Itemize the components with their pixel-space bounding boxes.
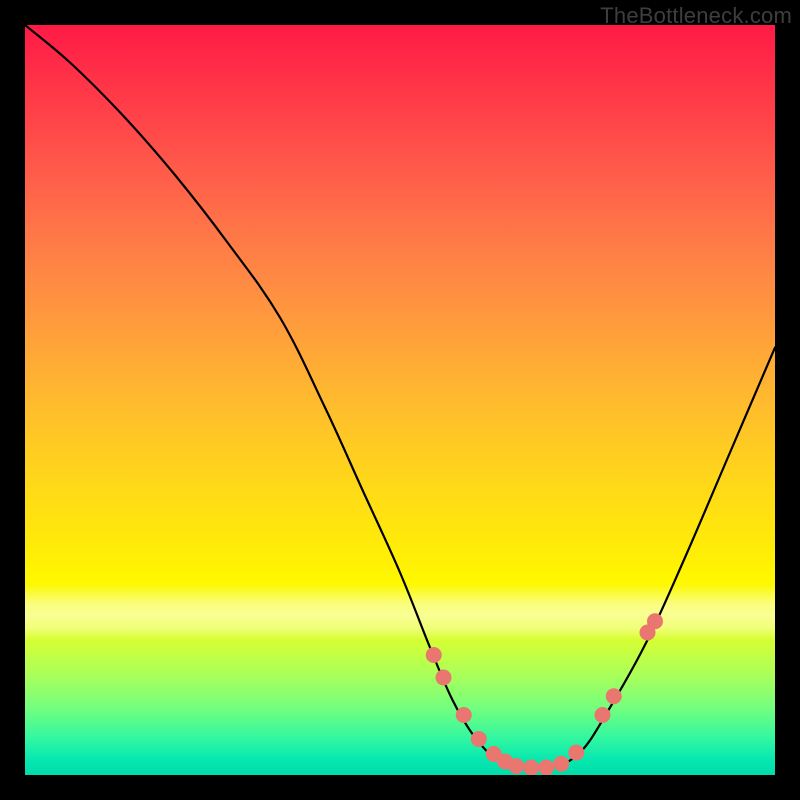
highlight-dot xyxy=(595,707,611,723)
bottleneck-curve xyxy=(25,25,775,769)
highlight-dot xyxy=(538,760,554,776)
chart-frame: TheBottleneck.com xyxy=(0,0,800,800)
highlight-dot xyxy=(471,731,487,747)
highlight-dot xyxy=(426,647,442,663)
curve-layer xyxy=(25,25,775,775)
highlight-dot xyxy=(523,760,539,776)
highlight-dot xyxy=(436,670,452,686)
plot-area xyxy=(25,25,775,775)
highlight-dot xyxy=(508,758,524,774)
highlight-dot xyxy=(456,707,472,723)
highlight-dot xyxy=(606,688,622,704)
highlight-dot xyxy=(568,745,584,761)
highlight-dot xyxy=(647,613,663,629)
highlight-dot xyxy=(553,756,569,772)
watermark-text: TheBottleneck.com xyxy=(600,3,792,29)
highlight-dots xyxy=(426,613,663,775)
